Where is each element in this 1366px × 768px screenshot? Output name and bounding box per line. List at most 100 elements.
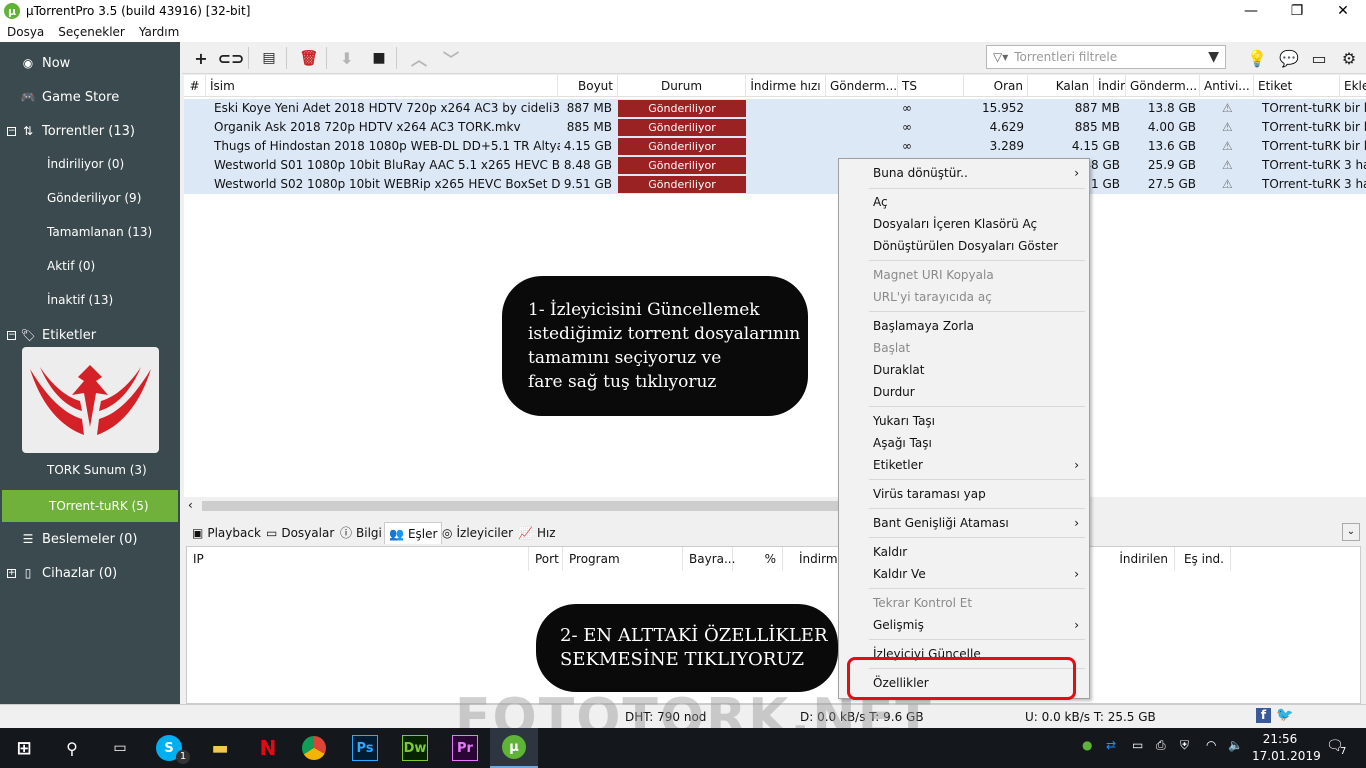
col-down-speed[interactable]: İndirme hızı [746,75,826,97]
minimize-button[interactable]: — [1228,0,1274,22]
utorrent-taskbar-button[interactable]: µ [490,728,538,768]
peer-col-flags[interactable]: Bayra... [683,547,735,571]
col-index[interactable]: # [184,75,206,97]
col-uploaded[interactable]: Gönderm... [1126,75,1200,97]
peer-col-ip[interactable]: IP [187,547,529,571]
menu-item-recheck[interactable]: Tekrar Kontrol Et [873,592,1083,614]
sidebar-item-seeding[interactable]: Gönderiliyor (9) [0,184,180,212]
menu-item-remove[interactable]: Kaldır [873,541,1083,563]
menu-item-bandwidth[interactable]: Bant Genişliği Ataması › [873,512,1083,534]
add-url-icon[interactable]: ⊂⊃ [218,48,245,68]
sidebar-item-completed[interactable]: Tamamlanan (13) [0,218,180,246]
tray-wifi-icon[interactable]: ◠ [1206,738,1216,752]
collapse-icon[interactable]: − [7,126,16,136]
clock-time[interactable]: 21:56 [1254,732,1306,746]
sidebar-item-downloading[interactable]: İndiriliyor (0) [0,150,180,178]
tray-network-icon[interactable]: ⎙ [1156,738,1166,753]
menu-item-convert[interactable]: Buna dönüştür.. › [873,162,1083,184]
menu-item-open-folder[interactable]: Dosyaları İçeren Klasörü Aç [873,213,1083,235]
col-ts[interactable]: TS [898,75,964,97]
menu-item-start[interactable]: Başlat [873,337,1083,359]
peer-col-peer-dl[interactable]: Eş ind. [1175,547,1231,571]
peer-col-port[interactable]: Port [529,547,563,571]
sidebar-item-devices[interactable]: + ▯ Cihazlar (0) [0,559,180,587]
tab-files[interactable]: ▭ Dosyalar [262,522,338,544]
menu-item-copy-magnet[interactable]: Magnet URI Kopyala [873,264,1083,286]
menu-dosya[interactable]: Dosya [0,25,51,39]
col-downloaded[interactable]: İndirilen [1094,75,1126,97]
expand-icon[interactable]: + [7,568,16,578]
clock-date[interactable]: 17.01.2019 [1252,749,1321,763]
menu-item-move-down[interactable]: Aşağı Taşı [873,432,1083,454]
torrent-row[interactable]: Organik Ask 2018 720p HDTV x264 AC3 TORK… [184,118,1366,137]
twitter-icon[interactable]: 🐦 [1276,707,1293,723]
torrent-row[interactable]: Thugs of Hindostan 2018 1080p WEB-DL DD+… [184,137,1366,156]
menu-item-remove-and[interactable]: Kaldır Ve › [873,563,1083,585]
move-up-icon[interactable]: ︿ [408,48,430,69]
filter-input[interactable]: ▽▾ Torrentleri filtrele ▼ [986,45,1226,69]
scroll-left-icon[interactable]: ‹ [188,498,193,512]
torrent-row[interactable]: Westworld S02 1080p 10bit WEBRip x265 HE… [184,175,1366,194]
filter-funnel-icon[interactable]: ▼ [1208,49,1219,65]
sidebar-item-inactive[interactable]: İnaktif (13) [0,286,180,314]
col-label[interactable]: Etiket [1254,75,1340,97]
netflix-icon[interactable]: N [252,732,284,764]
close-button[interactable]: ✕ [1320,0,1366,22]
sidebar-item-now[interactable]: ◉ Now [0,49,180,77]
facebook-icon[interactable]: f [1256,708,1271,723]
tray-volume-icon[interactable]: 🔈 [1228,738,1243,752]
col-antivirus[interactable]: Antivi... [1200,75,1254,97]
menu-item-move-up[interactable]: Yukarı Taşı [873,410,1083,432]
menu-item-stop[interactable]: Durdur [873,381,1083,403]
tray-monitor-icon[interactable]: ▭ [1132,738,1143,752]
tab-speed[interactable]: 📈 Hız [514,522,560,544]
sidebar-item-tork-sunum[interactable]: TORK Sunum (3) [0,456,180,484]
premiere-icon[interactable]: Pr [452,735,478,761]
tab-playback[interactable]: ▣ Playback [188,522,265,544]
bulb-icon[interactable]: 💡 [1246,48,1268,68]
peer-col-downloaded[interactable]: İndirilen [1107,547,1175,571]
dreamweaver-icon[interactable]: Dw [402,735,428,761]
tray-security-icon[interactable]: ⛨ [1180,738,1189,753]
menu-item-advanced[interactable]: Gelişmiş › [873,614,1083,636]
delete-icon[interactable]: 🗑 [298,48,320,68]
peer-col-percent[interactable]: % [733,547,783,571]
torrent-row[interactable]: Westworld S01 1080p 10bit BluRay AAC 5.1… [184,156,1366,175]
create-torrent-icon[interactable]: ▤ [258,48,280,68]
menu-item-open[interactable]: Aç [873,191,1083,213]
filter-dropdown-icon[interactable]: ▽▾ [993,50,1008,64]
task-view-icon[interactable]: ▭ [104,732,136,764]
tab-trackers[interactable]: ◎ İzleyiciler [438,522,517,544]
col-size[interactable]: Boyut [558,75,618,97]
add-torrent-icon[interactable]: + [190,48,212,68]
tab-info[interactable]: ⓘ Bilgi [336,522,386,544]
menu-item-pause[interactable]: Duraklat [873,359,1083,381]
menu-item-open-url[interactable]: URL'yi tarayıcıda aç [873,286,1083,308]
tray-teamviewer-icon[interactable]: ⇄ [1106,738,1116,752]
sidebar-item-game-store[interactable]: 🎮 Game Store [0,83,180,111]
remote-icon[interactable]: ▭ [1308,48,1330,68]
col-added[interactable]: Ekle [1340,75,1366,97]
col-ratio[interactable]: Oran [964,75,1028,97]
settings-icon[interactable]: ⚙ [1338,48,1360,68]
menu-item-force-start[interactable]: Başlamaya Zorla [873,315,1083,337]
col-up-speed[interactable]: Gönderm... [826,75,898,97]
col-status[interactable]: Durum [618,75,746,97]
sidebar-item-active[interactable]: Aktif (0) [0,252,180,280]
sidebar-item-torrents[interactable]: − ⇅ Torrentler (13) [0,117,180,145]
menu-item-virus-scan[interactable]: Virüs taraması yap [873,483,1083,505]
photoshop-icon[interactable]: Ps [352,735,378,761]
stop-icon[interactable]: ■ [368,48,390,68]
tab-peers[interactable]: 👥 Eşler [384,522,443,544]
col-remaining[interactable]: Kalan [1028,75,1094,97]
menu-yardim[interactable]: Yardım [132,25,186,39]
col-name[interactable]: İsim [206,75,558,97]
collapse-panel-icon[interactable]: ⌄ [1342,523,1360,541]
menu-item-show-converted[interactable]: Dönüştürülen Dosyaları Göster [873,235,1083,257]
chat-icon[interactable]: 💬 [1278,48,1300,68]
move-down-icon[interactable]: ﹀ [440,48,462,69]
horizontal-scrollbar[interactable]: ‹ [184,497,1366,515]
search-icon[interactable]: ⚲ [56,732,88,764]
tray-utorrent-icon[interactable]: ● [1082,738,1092,752]
sidebar-item-torrent-turk[interactable]: TOrrent-tuRK (5) [2,490,178,522]
